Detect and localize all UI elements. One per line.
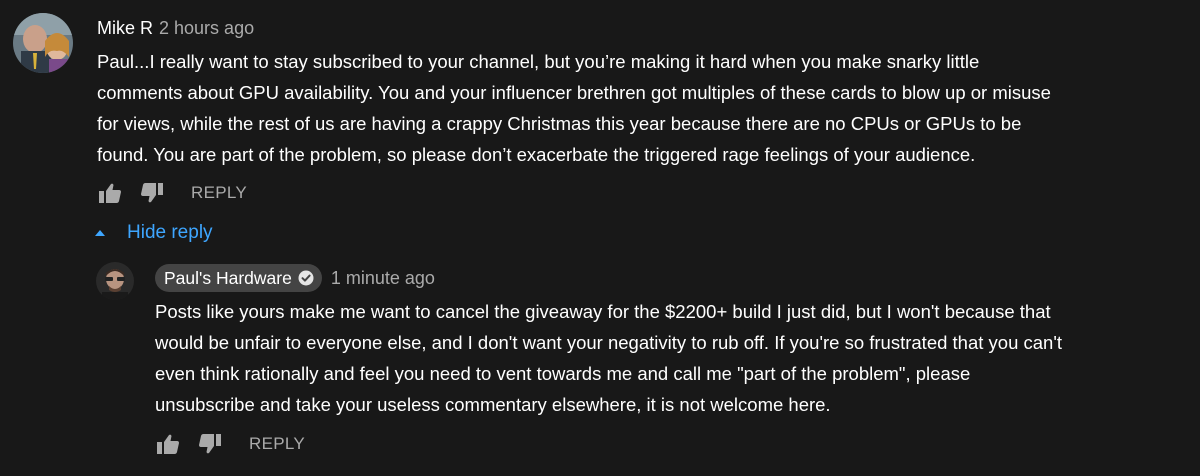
- reply-avatar[interactable]: [96, 262, 134, 300]
- thumbs-up-icon: [157, 434, 179, 454]
- comment-actions: REPLY: [97, 180, 247, 206]
- reply-dislike-button[interactable]: [197, 431, 223, 457]
- verified-check-icon: [298, 270, 314, 286]
- reply-author: Paul's Hardware: [164, 267, 292, 288]
- hide-reply-toggle[interactable]: Hide reply: [94, 222, 213, 244]
- thumbs-down-icon: [141, 183, 163, 203]
- user-avatar-photo-icon: [13, 13, 73, 73]
- caret-up-icon: [94, 227, 106, 239]
- reply-button[interactable]: REPLY: [191, 183, 247, 203]
- reply-actions: REPLY: [155, 431, 305, 457]
- channel-avatar-photo-icon: [96, 262, 134, 300]
- hide-reply-label: Hide reply: [127, 222, 213, 243]
- comment-author[interactable]: Mike R: [97, 18, 153, 39]
- avatar[interactable]: [13, 13, 73, 73]
- comment-thread: Mike R 2 hours ago Paul...I really want …: [0, 0, 1200, 476]
- reply-header: Paul's Hardware 1 minute ago: [155, 264, 435, 292]
- comment-body: Paul...I really want to stay subscribed …: [97, 51, 1051, 165]
- reply-reply-button[interactable]: REPLY: [249, 434, 305, 454]
- thumbs-down-icon: [199, 434, 221, 454]
- reply-timestamp[interactable]: 1 minute ago: [331, 268, 435, 289]
- channel-owner-badge[interactable]: Paul's Hardware: [155, 264, 322, 292]
- like-button[interactable]: [97, 180, 123, 206]
- comment-header: Mike R 2 hours ago: [97, 18, 254, 39]
- thumbs-up-icon: [99, 183, 121, 203]
- comment-timestamp[interactable]: 2 hours ago: [159, 18, 254, 39]
- reply-like-button[interactable]: [155, 431, 181, 457]
- dislike-button[interactable]: [139, 180, 165, 206]
- reply-body: Posts like yours make me want to cancel …: [155, 301, 1063, 415]
